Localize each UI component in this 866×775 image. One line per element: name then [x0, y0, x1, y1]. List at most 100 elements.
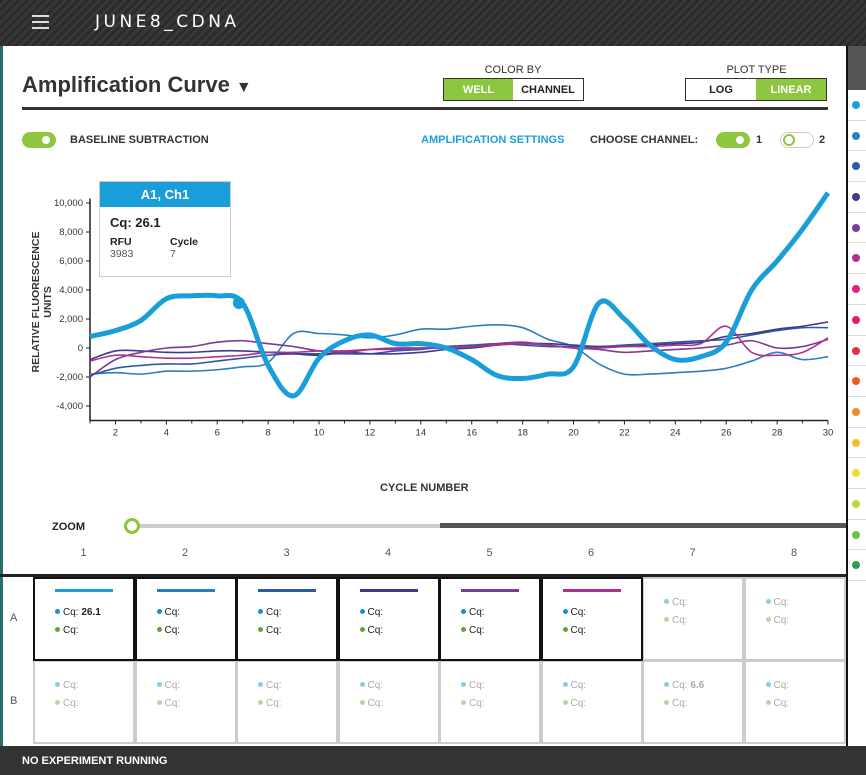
cq-label: Cq: [570, 680, 587, 691]
column-header[interactable]: 8 [744, 547, 845, 559]
cq-label: Cq: [773, 615, 790, 626]
column-header[interactable]: 3 [236, 547, 337, 559]
column-header[interactable]: 1 [33, 547, 134, 559]
channel-1-dot-icon [359, 609, 365, 614]
column-header[interactable]: 4 [338, 547, 439, 559]
color-by-well-button[interactable]: WELL [444, 79, 513, 100]
x-tick-label: 24 [670, 428, 681, 439]
side-panel-item[interactable] [848, 428, 866, 459]
side-panel-item[interactable] [848, 151, 866, 183]
well-a7[interactable]: Cq: Cq: [642, 577, 744, 661]
column-header[interactable]: 5 [439, 547, 540, 559]
row-header[interactable]: B [10, 695, 17, 707]
side-panel-item[interactable] [848, 121, 866, 152]
ch2-cq: Cq: [562, 625, 587, 636]
channel-1-dot-icon [765, 599, 771, 604]
well-a8[interactable]: Cq: Cq: [743, 577, 846, 661]
hamburger-icon[interactable] [32, 15, 49, 29]
column-header[interactable]: 7 [642, 547, 743, 559]
column-header[interactable]: 2 [135, 547, 236, 559]
ch2-cq: Cq: [664, 615, 688, 626]
side-panel-item[interactable] [848, 336, 866, 367]
x-axis-label: CYCLE NUMBER [380, 482, 469, 494]
x-tick-label: 20 [568, 428, 579, 439]
x-tick-label: 6 [215, 428, 220, 439]
zoom-slider-track[interactable] [130, 524, 440, 528]
well-a3[interactable]: Cq: Cq: [236, 577, 338, 661]
side-panel-item[interactable] [848, 274, 866, 305]
ch1-cq: Cq: [461, 680, 485, 691]
x-tick-label: 26 [721, 428, 732, 439]
side-panel-item[interactable] [848, 489, 866, 520]
amplification-settings-link[interactable]: AMPLIFICATION SETTINGS [421, 134, 564, 146]
column-header[interactable]: 6 [541, 547, 642, 559]
color-dot-icon [852, 101, 860, 109]
channel-2-toggle[interactable] [780, 132, 814, 148]
ch1-cq: Cq: [562, 680, 587, 691]
side-panel-item[interactable] [848, 90, 866, 121]
side-panel-item[interactable] [848, 213, 866, 244]
well-b3[interactable]: Cq: Cq: [236, 660, 338, 744]
side-panel-item[interactable] [848, 458, 866, 489]
color-dot-icon [852, 377, 860, 386]
side-panel-item[interactable] [848, 366, 866, 397]
channel-1-dot-icon [258, 682, 263, 687]
well-b7[interactable]: Cq: 6.6 Cq: [642, 660, 744, 744]
tooltip-title: A1, Ch1 [100, 182, 230, 207]
ch1-cq: Cq: [55, 680, 79, 691]
side-panel-item[interactable] [848, 520, 866, 551]
side-panel-item[interactable] [848, 243, 866, 275]
channel-1-dot-icon [156, 682, 162, 687]
x-tick-label: 30 [823, 428, 834, 439]
page-title[interactable]: Amplification Curve ▼ [22, 72, 252, 98]
zoom-slider-handle[interactable] [124, 518, 140, 534]
channel-1-toggle[interactable] [716, 132, 750, 148]
well-b5[interactable]: Cq: Cq: [439, 660, 541, 744]
cq-label: Cq: [570, 625, 587, 636]
plot-type-linear-button[interactable]: LINEAR [756, 79, 826, 100]
color-dot-icon [852, 561, 860, 570]
color-dot-icon [852, 499, 860, 508]
well-b4[interactable]: Cq: Cq: [337, 660, 440, 744]
color-dot-icon [852, 193, 860, 202]
side-panel-item[interactable] [848, 397, 866, 428]
well-color-bar [258, 589, 316, 592]
side-panel-item[interactable] [848, 305, 866, 336]
x-tick-label: 2 [113, 428, 118, 439]
status-bar: NO EXPERIMENT RUNNING [0, 746, 866, 775]
cq-label: Cq: [773, 597, 790, 608]
side-panel-item[interactable] [848, 182, 866, 213]
well-b2[interactable]: Cq: Cq: [134, 660, 237, 744]
plot-type-log-button[interactable]: LOG [686, 79, 756, 100]
well-a2[interactable]: Cq: Cq: [134, 577, 237, 661]
well-b1[interactable]: Cq: Cq: [33, 660, 135, 744]
ch2-cq: Cq: [461, 625, 485, 636]
baseline-subtraction-toggle[interactable] [22, 132, 56, 148]
well-a6[interactable]: Cq: Cq: [540, 577, 643, 661]
chart-scrollbar[interactable] [440, 523, 866, 528]
channel-1-dot-icon [156, 609, 162, 614]
x-tick-label: 8 [265, 428, 270, 439]
ch2-cq: Cq: [258, 625, 282, 636]
triangle-down-icon[interactable]: ▼ [236, 79, 252, 96]
well-a4[interactable]: Cq: Cq: [337, 577, 440, 661]
row-header[interactable]: A [10, 612, 17, 624]
color-by-channel-button[interactable]: CHANNEL [513, 79, 583, 100]
well-a5[interactable]: Cq: Cq: [439, 577, 541, 661]
cq-label: Cq: [367, 607, 384, 618]
cq-label: Cq: [469, 607, 485, 618]
well-a1[interactable]: Cq: 26.1 Cq: [33, 577, 135, 661]
y-tick-label: -4,000 [56, 401, 83, 412]
ch2-cq: Cq: [765, 698, 789, 709]
well-b6[interactable]: Cq: Cq: [540, 660, 643, 744]
well-b8[interactable]: Cq: Cq: [743, 660, 846, 744]
ch1-cq: Cq: [156, 680, 180, 691]
cq-label: Cq: [164, 607, 181, 618]
channel-2-dot-icon [156, 700, 162, 705]
channel-2-dot-icon [664, 617, 669, 622]
side-panel-item[interactable] [848, 550, 866, 581]
baseline-subtraction-label: BASELINE SUBTRACTION [70, 134, 209, 146]
cq-label: Cq: [266, 625, 282, 636]
channel-1-dot-icon [258, 609, 263, 614]
plot-type-label: PLOT TYPE [726, 64, 787, 76]
